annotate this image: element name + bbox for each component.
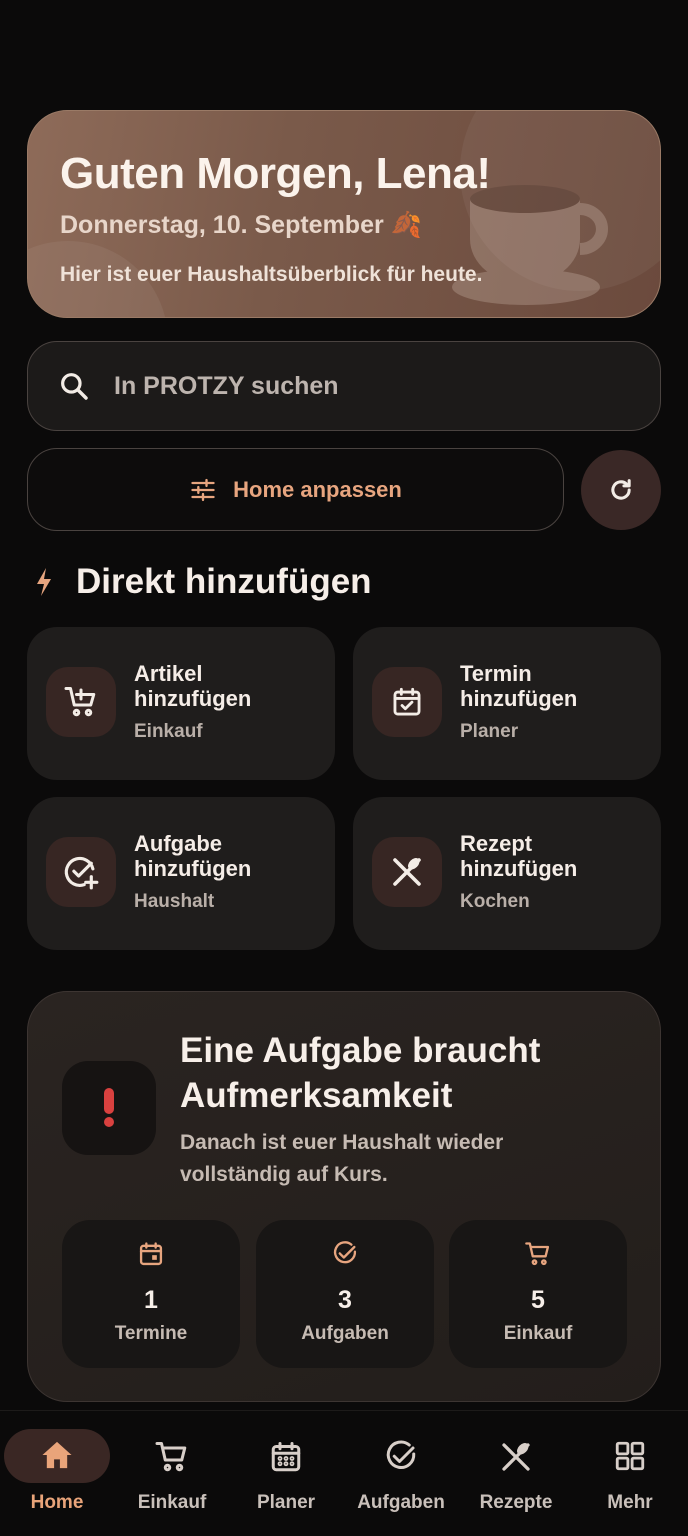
refresh-button[interactable] (581, 450, 661, 530)
check-circle-icon (386, 1440, 416, 1469)
bolt-icon (37, 568, 51, 596)
nav-shopping[interactable]: Einkauf (115, 1411, 229, 1536)
nav-more[interactable]: Mehr (573, 1411, 687, 1536)
stat-value: 5 (531, 1286, 545, 1314)
add-task-button[interactable]: Aufgabe hinzufügen Haushalt (27, 797, 335, 950)
attention-card[interactable]: Eine Aufgabe braucht Aufmerksamkeit Dana… (27, 991, 661, 1402)
stat-label: Aufgaben (301, 1323, 389, 1344)
customize-label: Home anpassen (233, 476, 402, 502)
tune-icon (191, 478, 215, 501)
action-title: Rezept hinzufügen (460, 831, 578, 881)
customize-home-button[interactable]: Home anpassen (27, 448, 564, 531)
stat-value: 3 (338, 1286, 352, 1314)
nav-label: Rezepte (479, 1492, 553, 1513)
grid-icon (615, 1441, 645, 1471)
action-subtitle: Haushalt (134, 891, 215, 912)
action-subtitle: Einkauf (134, 721, 203, 742)
greeting-date: Donnerstag, 10. September 🍂 (60, 211, 422, 239)
action-subtitle: Kochen (460, 891, 530, 912)
home-icon (42, 1441, 72, 1469)
attention-heading: Eine Aufgabe braucht Aufmerksamkeit (180, 1031, 541, 1115)
check-circle-icon (333, 1241, 357, 1264)
add-recipe-button[interactable]: Rezept hinzufügen Kochen (353, 797, 661, 950)
calendar-check-icon (372, 667, 442, 737)
task-add-icon (46, 837, 116, 907)
calendar-icon (271, 1442, 301, 1472)
stat-shopping[interactable]: 5 Einkauf (449, 1220, 627, 1368)
action-title: Aufgabe hinzufügen (134, 831, 252, 881)
action-subtitle: Planer (460, 721, 519, 742)
stat-appointments[interactable]: 1 Termine (62, 1220, 240, 1368)
nav-label: Einkauf (137, 1492, 207, 1513)
stat-label: Einkauf (503, 1323, 573, 1344)
utensils-icon (502, 1443, 530, 1471)
action-title: Termin hinzufügen (460, 661, 578, 711)
cart-icon (525, 1242, 550, 1266)
exclamation-icon (62, 1061, 156, 1155)
stat-value: 1 (144, 1286, 158, 1314)
calendar-icon (139, 1242, 163, 1266)
nav-label: Aufgaben (357, 1492, 445, 1513)
cart-icon (155, 1442, 187, 1472)
stat-label: Termine (114, 1323, 188, 1344)
quick-add-title: Direkt hinzufügen (76, 562, 372, 601)
nav-planner[interactable]: Planer (229, 1411, 343, 1536)
add-appointment-button[interactable]: Termin hinzufügen Planer (353, 627, 661, 780)
greeting-subtitle: Hier ist euer Haushaltsüberblick für heu… (60, 263, 483, 286)
search-icon (61, 373, 88, 400)
greeting-card: Guten Morgen, Lena! Donnerstag, 10. Sept… (27, 110, 661, 318)
action-title: Artikel hinzufügen (134, 661, 252, 711)
greeting-title: Guten Morgen, Lena! (60, 149, 491, 198)
quick-add-header: Direkt hinzufügen (34, 562, 372, 602)
search-input[interactable]: In PROTZY suchen (27, 341, 661, 431)
nav-recipes[interactable]: Rezepte (459, 1411, 573, 1536)
add-article-button[interactable]: Artikel hinzufügen Einkauf (27, 627, 335, 780)
search-placeholder: In PROTZY suchen (114, 371, 339, 400)
nav-label: Mehr (607, 1492, 653, 1513)
add-cart-icon (46, 667, 116, 737)
stat-tasks[interactable]: 3 Aufgaben (256, 1220, 434, 1368)
nav-label: Home (30, 1492, 84, 1513)
nav-home[interactable]: Home (0, 1411, 114, 1536)
refresh-icon (611, 479, 631, 500)
bottom-navigation: Home Einkauf Planer Aufgaben Rezepte Meh… (0, 1410, 688, 1536)
nav-label: Planer (256, 1492, 316, 1513)
nav-tasks[interactable]: Aufgaben (344, 1411, 458, 1536)
attention-description: Danach ist euer Haushalt wieder vollstän… (180, 1131, 504, 1186)
utensils-icon (372, 837, 442, 907)
